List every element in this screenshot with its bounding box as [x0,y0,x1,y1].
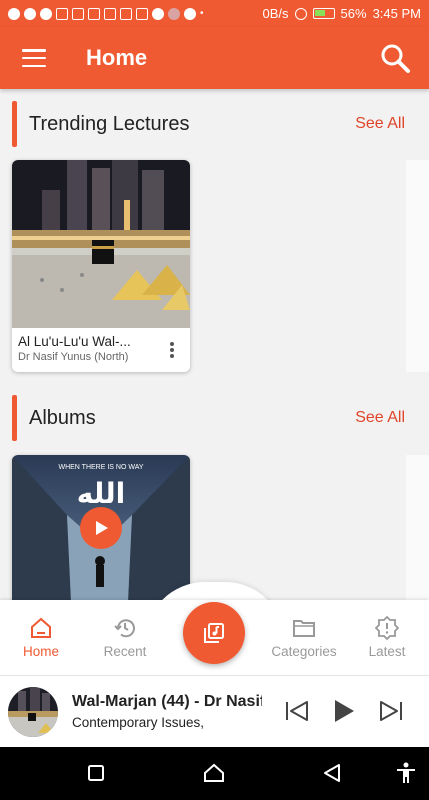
network-speed: 0B/s [262,6,289,21]
play-icon [96,521,108,535]
player-artwork [8,686,58,737]
system-navigation-bar [0,747,429,800]
album-art-arabic: الله [77,477,126,510]
image-icon [120,7,132,20]
alarm-icon [294,7,307,20]
home-system-icon[interactable] [202,761,226,785]
home-content[interactable]: Trending Lectures See All Al Lu'u-Lu'u W… [0,89,429,601]
nav-categories[interactable]: Categories [264,600,344,675]
nav-recent[interactable]: Recent [94,600,156,675]
lecture-thumbnail [12,160,190,328]
message-icon [24,7,36,20]
search-icon[interactable] [379,42,411,74]
status-bar: • 0B/s 56% 3:45 PM [0,0,429,27]
nav-categories-label: Categories [271,644,337,659]
next-album-card[interactable] [406,455,429,601]
back-icon[interactable] [320,761,344,785]
lecture-card[interactable]: Al Lu'u-Lu'u Wal-... Dr Nasif Yunus (Nor… [12,160,190,372]
cloud-icon [152,7,164,20]
play-button[interactable] [80,507,122,549]
folder-icon [293,620,315,637]
nav-latest[interactable]: Latest [360,600,414,675]
albums-section: Albums See All [0,395,429,441]
section-accent-bar [12,101,17,147]
accessibility-icon[interactable] [394,761,418,785]
album-card[interactable]: WHEN THERE IS NO WAY الله [12,455,190,601]
new-badge-icon [375,616,399,640]
section-accent-bar [12,395,17,441]
lecture-title: Al Lu'u-Lu'u Wal-... [18,334,131,349]
battery-percent: 56% [340,6,367,21]
nav-latest-label: Latest [368,644,406,659]
library-button[interactable] [183,602,245,664]
home-icon [31,617,51,638]
trending-lectures-section: Trending Lectures See All [0,101,429,147]
section-title: Albums [29,406,96,429]
clock: 3:45 PM [372,6,421,21]
more-dots-icon: • [200,7,204,19]
cast-icon [104,7,116,20]
now-playing-subtitle: Contemporary Issues, [72,715,205,730]
mini-player[interactable]: Wal-Marjan (44) - Dr Nasif Contemporary … [0,675,429,747]
page-title: Home [86,45,148,70]
whatsapp-icon [40,7,52,20]
see-all-trending-button[interactable]: See All [355,115,405,133]
nav-home[interactable]: Home [12,600,70,675]
now-playing-title: Wal-Marjan (44) - Dr Nasif [72,693,262,710]
hamburger-menu-icon[interactable] [22,49,46,67]
app-bar: Home [0,27,429,89]
library-music-icon [204,623,224,643]
cloud-icon [184,7,196,20]
previous-track-icon[interactable] [283,697,311,725]
chat-icon [56,7,68,20]
notification-icon [8,7,20,20]
lock-icon [136,7,148,20]
see-all-albums-button[interactable]: See All [355,409,405,427]
play-track-icon[interactable] [330,697,358,725]
next-lecture-card[interactable] [406,160,429,372]
shirt-icon [88,7,100,20]
nav-recent-label: Recent [103,644,147,659]
more-options-icon[interactable] [170,342,174,358]
history-icon [114,619,135,638]
recent-apps-icon[interactable] [84,761,108,785]
lecture-speaker: Dr Nasif Yunus (North) [18,351,129,363]
album-art-caption: WHEN THERE IS NO WAY [58,464,143,471]
section-title: Trending Lectures [29,112,190,135]
notification-icons: • [8,7,210,20]
next-track-icon[interactable] [377,697,405,725]
mail-icon [72,7,84,20]
battery-icon [312,8,335,19]
avatar-icon [168,7,180,20]
nav-home-label: Home [22,644,59,659]
